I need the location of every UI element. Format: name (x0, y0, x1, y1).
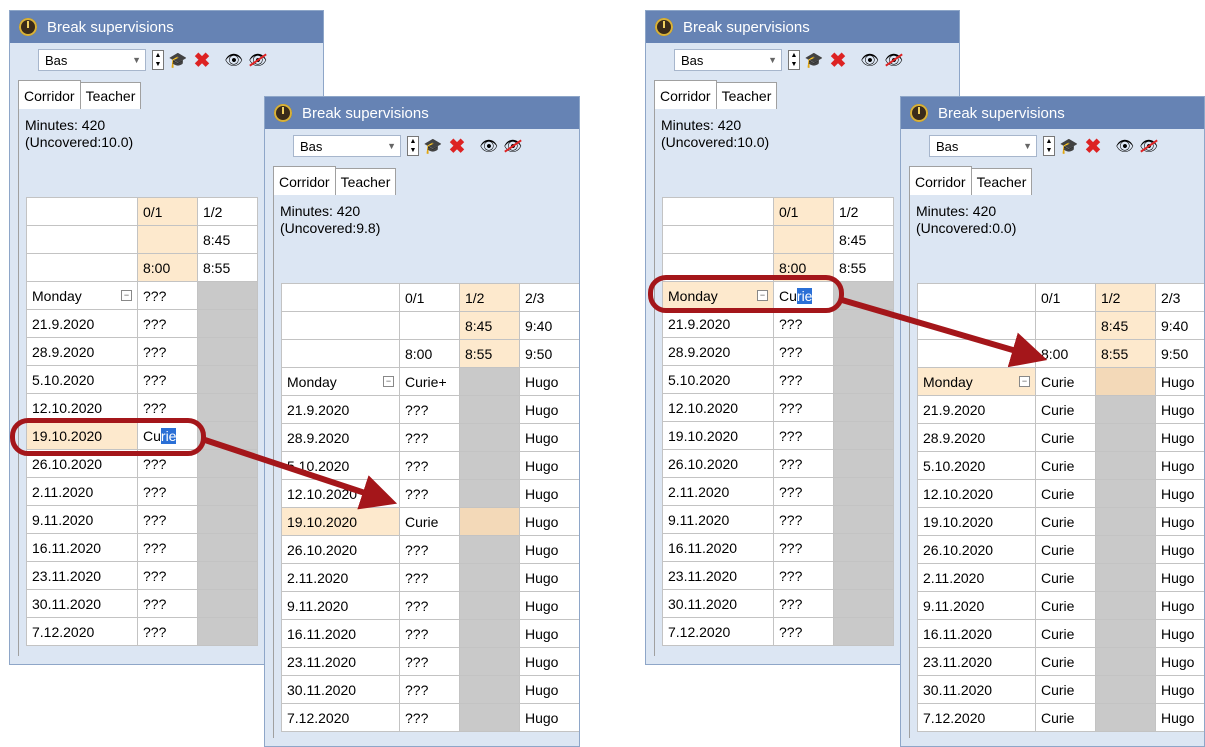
arrow-to-curie-cell (204, 437, 398, 510)
annotation-arrows (204, 297, 1048, 510)
arrow-to-monday-row (841, 297, 1048, 368)
